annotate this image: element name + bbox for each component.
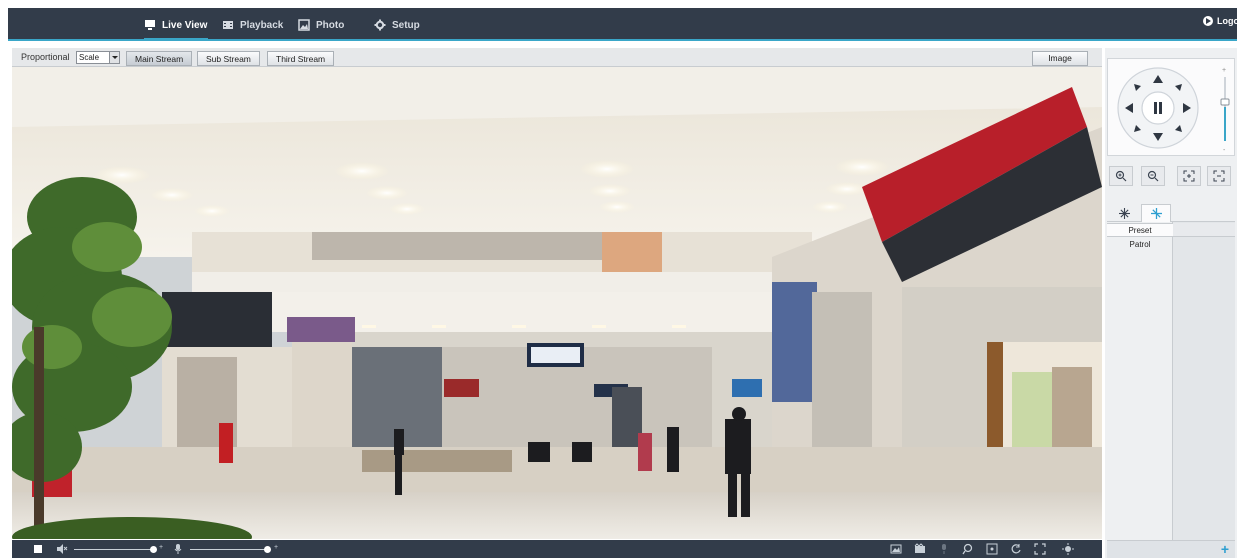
ratio-label: Proportional — [21, 52, 70, 62]
mic-slider[interactable] — [190, 549, 270, 550]
logout-label: Logout — [1217, 16, 1237, 26]
list-item-patrol[interactable]: Patrol — [1107, 238, 1173, 252]
ratio-select[interactable]: Scale — [76, 51, 120, 64]
fullscreen-icon[interactable] — [1034, 543, 1046, 555]
record-icon[interactable] — [914, 543, 926, 555]
target-focus-icon[interactable] — [986, 543, 998, 555]
microphone-icon[interactable] — [172, 543, 184, 555]
tab-sub-stream[interactable]: Sub Stream — [197, 51, 260, 66]
monitor-icon — [145, 20, 155, 30]
video-image — [12, 67, 1102, 539]
zoom-in-icon — [1115, 170, 1127, 182]
zoom-in-button[interactable] — [1109, 166, 1133, 186]
nav-live-view-label: Live View — [162, 19, 208, 31]
logout-button[interactable]: Logout — [1203, 16, 1237, 26]
top-nav: Live View Playback Photo Setup Logout — [8, 8, 1237, 41]
nav-setup-label: Setup — [392, 19, 420, 31]
image-button[interactable]: Image — [1032, 51, 1088, 66]
nav-playback[interactable]: Playback — [222, 17, 283, 33]
nav-playback-label: Playback — [240, 19, 284, 31]
logout-icon — [1203, 16, 1213, 26]
tab-pattern[interactable] — [1141, 204, 1171, 222]
ptz-control-box: + - — [1107, 58, 1235, 156]
ptz-panel: + - Preset Patrol + — [1105, 48, 1237, 558]
ptz-speed-minus: - — [1223, 147, 1226, 154]
talk-icon[interactable] — [938, 543, 950, 555]
zoom-focus-bar — [1107, 166, 1235, 186]
preset-list-area: Preset Patrol — [1107, 222, 1235, 540]
rotate-ptz-icon[interactable] — [1010, 543, 1022, 555]
ptz-speed-knob[interactable] — [1220, 98, 1230, 106]
volume-slider[interactable] — [74, 549, 154, 550]
nav-photo-label: Photo — [316, 19, 345, 31]
photo-icon — [298, 19, 310, 31]
add-button[interactable]: + — [1221, 541, 1229, 557]
preset-list: Preset Patrol — [1107, 222, 1173, 540]
focus-far-icon — [1213, 170, 1225, 182]
nav-photo[interactable]: Photo — [298, 17, 344, 33]
stop-icon[interactable] — [32, 543, 44, 555]
panel-footer: + — [1107, 540, 1235, 558]
nav-active-indicator — [144, 38, 208, 41]
gear-icon — [374, 19, 386, 31]
mic-plus: + — [274, 544, 279, 551]
snowflake-icon — [1118, 207, 1130, 219]
chevron-down-icon — [109, 52, 119, 63]
video-control-bar: + + — [12, 540, 1102, 558]
nav-setup[interactable]: Setup — [374, 17, 420, 33]
tab-main-stream[interactable]: Main Stream — [126, 51, 193, 66]
zoom-out-icon — [1147, 170, 1159, 182]
volume-slider-knob[interactable] — [150, 546, 157, 553]
live-video-frame[interactable] — [12, 67, 1102, 539]
ratio-select-value: Scale — [79, 53, 100, 62]
nav-live-view[interactable]: Live View — [144, 17, 207, 33]
preset-patrol-tabs — [1107, 204, 1235, 222]
list-item-preset[interactable]: Preset — [1107, 223, 1173, 237]
tab-third-stream[interactable]: Third Stream — [267, 51, 335, 66]
mic-slider-knob[interactable] — [264, 546, 271, 553]
video-toolbar: Proportional Scale Main Stream Sub Strea… — [12, 48, 1102, 67]
preset-detail-header — [1173, 223, 1235, 237]
pattern-icon — [1150, 208, 1162, 219]
film-icon — [223, 21, 233, 29]
zoom-out-button[interactable] — [1141, 166, 1165, 186]
focus-far-button[interactable] — [1207, 166, 1231, 186]
volume-plus: + — [159, 544, 164, 551]
zoom-search-icon[interactable] — [962, 543, 974, 555]
focus-near-icon — [1183, 170, 1195, 182]
ptz-speed-plus: + — [1222, 67, 1226, 74]
speaker-icon[interactable] — [56, 543, 68, 555]
ptz-direction-pad: + - — [1117, 67, 1230, 154]
tab-snowflake[interactable] — [1109, 204, 1139, 222]
live-view-page: Live View Playback Photo Setup Logout Pr… — [0, 0, 1237, 558]
snapshot-icon[interactable] — [890, 543, 902, 555]
pause-icon[interactable] — [1154, 102, 1157, 114]
light-icon[interactable] — [1062, 543, 1074, 555]
focus-near-button[interactable] — [1177, 166, 1201, 186]
